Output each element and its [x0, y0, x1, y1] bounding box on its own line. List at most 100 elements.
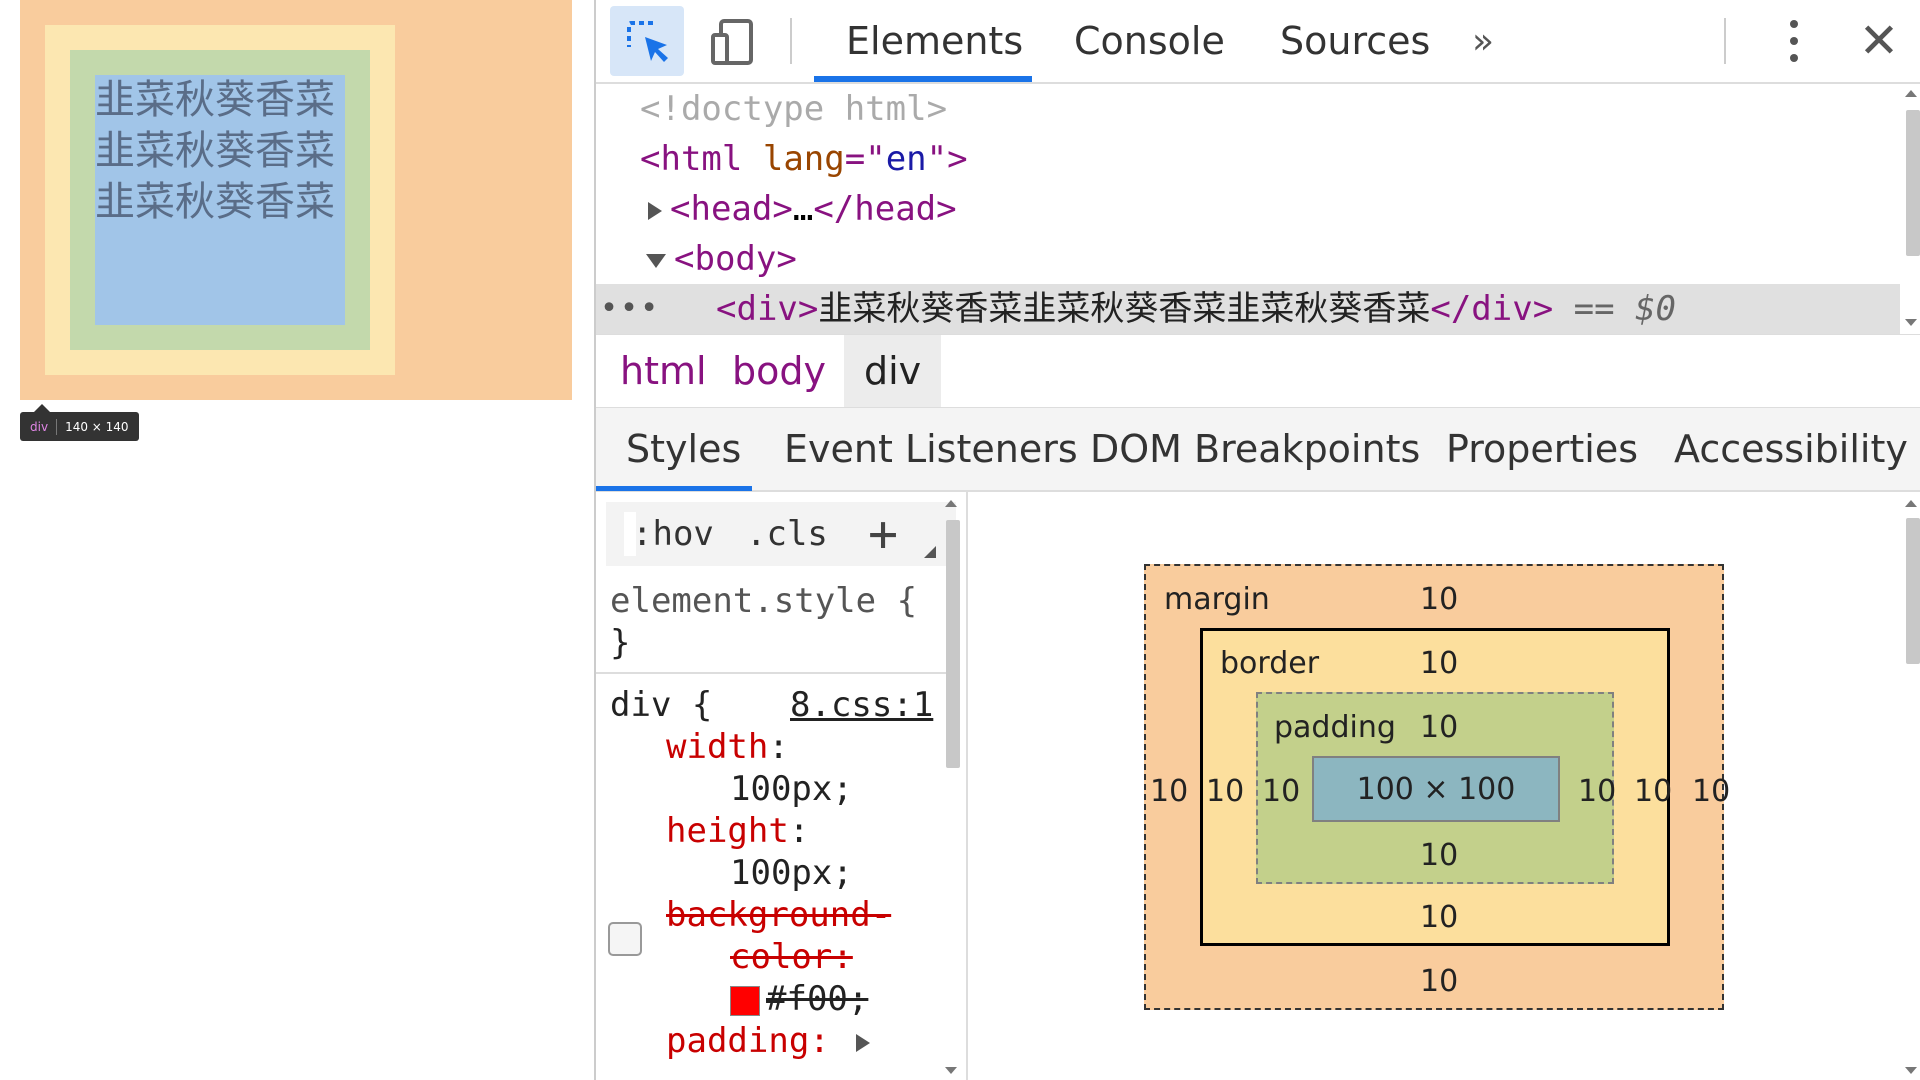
rule-divider	[596, 672, 946, 674]
tab-sources[interactable]: Sources	[1280, 0, 1430, 82]
tab-styles[interactable]: Styles	[626, 408, 741, 490]
css-property-width[interactable]: width:	[666, 726, 789, 768]
margin-left-value[interactable]: 10	[1150, 774, 1188, 809]
double-chevron-icon: »	[1472, 20, 1495, 62]
scroll-thumb[interactable]	[1906, 518, 1920, 664]
css-property-background-color-cont[interactable]: color:	[730, 936, 853, 978]
element-style-selector[interactable]: element.style {	[610, 580, 917, 622]
border-bottom-value[interactable]: 10	[1420, 900, 1458, 935]
scroll-down-arrow-icon[interactable]	[1905, 319, 1917, 326]
border-top-value[interactable]: 10	[1420, 646, 1458, 681]
more-tabs-button[interactable]: »	[1472, 0, 1494, 82]
customize-menu-button[interactable]	[1774, 16, 1814, 66]
expand-triangle-icon[interactable]	[648, 201, 662, 220]
cls-toggle-button[interactable]: .cls	[746, 502, 828, 566]
page-div-text: 韭菜秋葵香菜 韭菜秋葵香菜 韭菜秋葵香菜	[95, 75, 345, 228]
scroll-up-arrow-icon[interactable]	[945, 500, 957, 507]
corner-triangle-icon	[924, 546, 936, 558]
color-swatch[interactable]	[730, 985, 760, 1016]
active-subtab-indicator	[596, 486, 752, 491]
css-value-height[interactable]: 100px;	[730, 852, 853, 894]
device-toolbar-button[interactable]	[696, 6, 770, 76]
property-name: padding:	[666, 1021, 830, 1061]
head-close-tag: </head>	[813, 189, 957, 229]
toolbar-divider	[1724, 18, 1726, 64]
padding-bottom-value[interactable]: 10	[1420, 838, 1458, 873]
selected-marker: == $0	[1573, 289, 1677, 329]
property-name: width	[666, 727, 769, 767]
scroll-thumb[interactable]	[946, 520, 960, 768]
padding-right-value[interactable]: 10	[1578, 774, 1616, 809]
scroll-down-arrow-icon[interactable]	[1905, 1067, 1917, 1074]
property-name: height	[666, 811, 789, 851]
hov-toggle-button[interactable]: :hov	[632, 502, 714, 566]
dom-node-body[interactable]: <body>	[596, 234, 1900, 284]
box-model-content[interactable]: 100 × 100	[1312, 756, 1560, 822]
border-label: border	[1220, 646, 1320, 681]
tab-accessibility[interactable]: Accessibility	[1674, 408, 1908, 490]
active-tab-indicator	[814, 76, 1032, 82]
html-open-tag: <html	[640, 139, 743, 179]
padding-top-value[interactable]: 10	[1420, 710, 1458, 745]
dom-node-head[interactable]: <head>…</head>	[596, 184, 1900, 234]
div-text-line: 韭菜秋葵香菜	[95, 128, 335, 174]
tooltip-tag: div	[30, 419, 49, 434]
padding-left-value[interactable]: 10	[1262, 774, 1300, 809]
breadcrumb-body[interactable]: body	[718, 335, 840, 407]
scroll-up-arrow-icon[interactable]	[1905, 500, 1917, 507]
close-devtools-button[interactable]: ✕	[1850, 12, 1908, 70]
dom-node-doctype[interactable]: <!doctype html>	[596, 84, 1900, 134]
tooltip-size: 140 × 140	[65, 419, 129, 434]
styles-scrollbar[interactable]	[940, 494, 962, 1080]
css-property-padding[interactable]: padding:	[666, 1020, 878, 1062]
kebab-dot	[1790, 54, 1798, 62]
scroll-thumb[interactable]	[1906, 110, 1920, 256]
box-model-pane: 100 × 100 margin 10 10 10 10 border 10 1…	[968, 492, 1900, 1080]
dom-tree-scrollbar[interactable]	[1900, 84, 1920, 332]
property-toggle-checkbox[interactable]	[608, 922, 642, 956]
dom-node-div-selected[interactable]: ••• <div>韭菜秋葵香菜韭菜秋葵香菜韭菜秋葵香菜</div> == $0	[596, 284, 1900, 334]
breadcrumb-html[interactable]: html	[610, 335, 717, 407]
inspect-element-button[interactable]	[610, 6, 684, 76]
border-left-value[interactable]: 10	[1206, 774, 1244, 809]
collapse-triangle-icon[interactable]	[646, 253, 666, 268]
body-open-tag: <body>	[674, 239, 797, 279]
tab-elements[interactable]: Elements	[846, 0, 1023, 82]
dom-node-html[interactable]: <html lang="en">	[596, 134, 1900, 184]
div-text-node: 韭菜秋葵香菜韭菜秋葵香菜韭菜秋葵香菜	[818, 289, 1431, 329]
div-open-tag: <div>	[716, 289, 819, 329]
attr-eq: ="	[844, 139, 886, 179]
css-source-link[interactable]: 8.css:1	[790, 684, 933, 726]
plus-icon: +	[868, 505, 899, 563]
scroll-up-arrow-icon[interactable]	[1905, 90, 1917, 97]
kebab-dot	[1790, 20, 1798, 28]
margin-right-value[interactable]: 10	[1692, 774, 1730, 809]
css-property-background-color[interactable]: background-	[666, 894, 891, 936]
breadcrumb-div[interactable]: div	[844, 335, 942, 407]
head-open-tag: <head>	[670, 189, 793, 229]
node-actions-ellipsis[interactable]: •••	[600, 284, 660, 334]
padding-label: padding	[1274, 710, 1396, 745]
css-property-height[interactable]: height:	[666, 810, 809, 852]
border-right-value[interactable]: 10	[1634, 774, 1672, 809]
styles-filter-bar: :hov .cls +	[606, 502, 956, 566]
css-value-width[interactable]: 100px;	[730, 768, 853, 810]
scroll-down-arrow-icon[interactable]	[945, 1067, 957, 1074]
expand-triangle-icon[interactable]	[856, 1033, 871, 1052]
div-text-line: 韭菜秋葵香菜	[95, 77, 335, 123]
margin-bottom-value[interactable]: 10	[1420, 964, 1458, 999]
box-model-scrollbar[interactable]	[1900, 494, 1920, 1080]
margin-label: margin	[1164, 582, 1270, 617]
new-style-rule-button[interactable]: +	[868, 502, 898, 566]
tab-event-listeners[interactable]: Event Listeners	[784, 408, 1078, 490]
breadcrumb: html body div	[596, 334, 1920, 409]
page-viewport: 韭菜秋葵香菜 韭菜秋葵香菜 韭菜秋葵香菜 div 140 × 140	[0, 0, 594, 1080]
tab-dom-breakpoints[interactable]: DOM Breakpoints	[1090, 408, 1420, 490]
css-value-background-color[interactable]: #f00;	[730, 978, 868, 1020]
div-rule-selector[interactable]: div {	[610, 684, 712, 726]
sidebar-tabs: Styles Event Listeners DOM Breakpoints P…	[596, 408, 1920, 492]
tab-console[interactable]: Console	[1074, 0, 1225, 82]
tab-properties[interactable]: Properties	[1446, 408, 1638, 490]
margin-top-value[interactable]: 10	[1420, 582, 1458, 617]
attr-name: lang	[762, 139, 845, 179]
